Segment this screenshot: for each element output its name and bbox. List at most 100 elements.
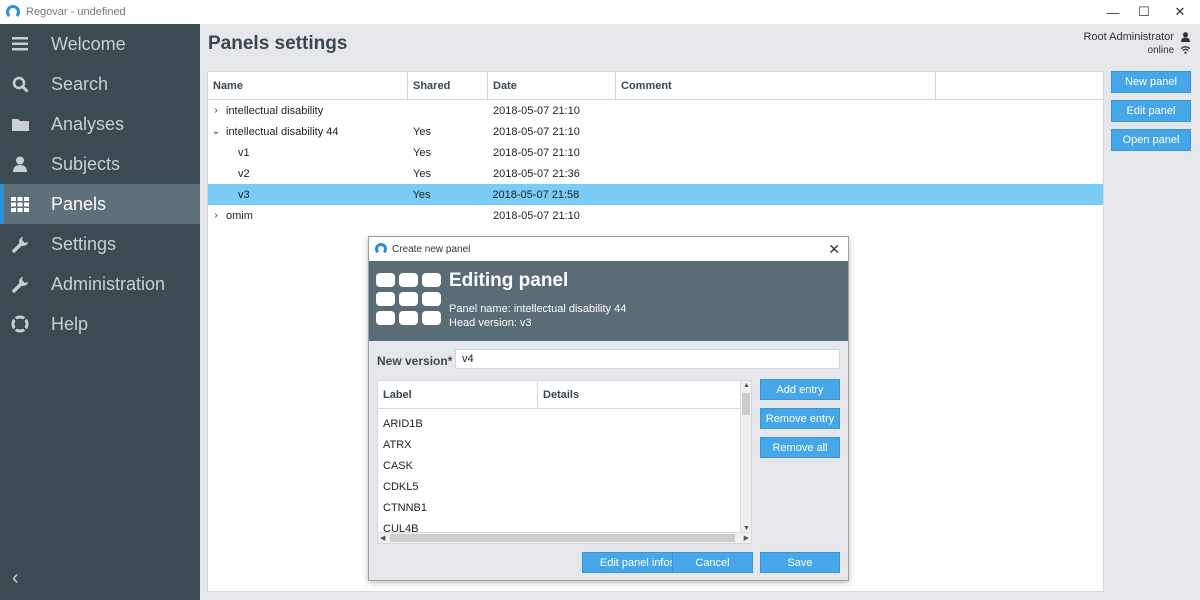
- wrench-icon: [11, 275, 29, 293]
- table-row[interactable]: ⌄ intellectual disability 44 Yes 2018-05…: [208, 121, 1103, 142]
- user-icon: [11, 155, 29, 173]
- sidebar-item-panels[interactable]: Panels: [0, 184, 200, 224]
- column-header-shared[interactable]: Shared: [408, 72, 488, 100]
- entries-header: Label Details: [378, 381, 751, 409]
- entry-row[interactable]: CASK: [378, 455, 751, 476]
- sidebar-item-label: Search: [51, 73, 109, 94]
- entry-row[interactable]: CDKL5: [378, 476, 751, 497]
- column-header-date[interactable]: Date: [488, 72, 616, 100]
- sidebar-item-label: Settings: [51, 233, 117, 254]
- collapse-chevron-icon[interactable]: ⌄: [210, 126, 222, 137]
- panel-date: 2018-05-07 21:10: [493, 104, 580, 117]
- remove-entry-button[interactable]: Remove entry: [760, 408, 840, 429]
- edit-panel-button[interactable]: Edit panel: [1111, 100, 1191, 122]
- sidebar-item-label: Help: [51, 313, 89, 334]
- table-row[interactable]: › intellectual disability 2018-05-07 21:…: [208, 100, 1103, 121]
- sidebar: Welcome Search Analyses Subjects Panels: [0, 24, 200, 600]
- window-titlebar: Regovar - undefined — ☐ ✕: [0, 0, 1200, 24]
- panel-version-name: v1: [238, 146, 250, 159]
- sidebar-item-administration[interactable]: Administration: [0, 264, 200, 304]
- wrench-icon: [11, 235, 29, 253]
- grid-icon: [11, 195, 29, 213]
- panel-date: 2018-05-07 21:10: [493, 125, 580, 138]
- panel-date: 2018-05-07 21:10: [493, 146, 580, 159]
- dialog-title: Create new panel: [392, 243, 471, 255]
- table-row[interactable]: › omim 2018-05-07 21:10: [208, 205, 1103, 226]
- regovar-logo-icon: [375, 243, 387, 255]
- remove-all-button[interactable]: Remove all: [760, 437, 840, 458]
- column-header-details[interactable]: Details: [538, 381, 741, 408]
- panel-name: intellectual disability: [226, 104, 324, 117]
- panel-shared: Yes: [413, 146, 431, 159]
- new-panel-button[interactable]: New panel: [1111, 71, 1191, 93]
- panel-shared: [408, 100, 488, 121]
- table-row[interactable]: v1 Yes 2018-05-07 21:10: [208, 142, 1103, 163]
- entry-row[interactable]: ATRX: [378, 434, 751, 455]
- close-window-button[interactable]: ✕: [1164, 0, 1196, 24]
- panel-comment: [616, 205, 936, 226]
- scroll-right-icon[interactable]: ▶: [744, 534, 749, 542]
- panel-shared: [408, 205, 488, 226]
- dialog-header: Editing panel Panel name: intellectual d…: [369, 261, 848, 341]
- panel-name: intellectual disability 44: [226, 125, 339, 138]
- column-header-label[interactable]: Label: [378, 381, 538, 408]
- table-row-selected[interactable]: v3 Yes 2018-05-07 21:58: [208, 184, 1103, 205]
- sidebar-item-help[interactable]: Help: [0, 304, 200, 344]
- panel-version-name: v2: [238, 167, 250, 180]
- panel-shared: Yes: [413, 167, 431, 180]
- table-row[interactable]: v2 Yes 2018-05-07 21:36: [208, 163, 1103, 184]
- sidebar-item-subjects[interactable]: Subjects: [0, 144, 200, 184]
- sidebar-item-search[interactable]: Search: [0, 64, 200, 104]
- panel-comment: [616, 142, 936, 163]
- expand-chevron-icon[interactable]: ›: [210, 105, 222, 116]
- wifi-icon: [1181, 46, 1190, 55]
- entries-table: Label Details ARID1B ATRX CASK CDKL5 CTN…: [377, 380, 752, 544]
- save-button[interactable]: Save: [760, 552, 840, 573]
- panel-name: omim: [226, 209, 253, 222]
- dialog-close-button[interactable]: ✕: [828, 241, 840, 258]
- maximize-button[interactable]: ☐: [1128, 0, 1160, 24]
- lifebuoy-icon: [11, 315, 29, 333]
- new-version-input[interactable]: v4: [455, 349, 840, 369]
- horizontal-scrollbar[interactable]: ◀ ▶: [378, 532, 751, 543]
- user-status: online: [1147, 45, 1175, 56]
- collapse-sidebar-icon[interactable]: ‹: [12, 567, 19, 590]
- column-header-comment[interactable]: Comment: [616, 72, 936, 100]
- open-panel-button[interactable]: Open panel: [1111, 129, 1191, 151]
- sidebar-item-settings[interactable]: Settings: [0, 224, 200, 264]
- cancel-button[interactable]: Cancel: [672, 552, 753, 573]
- create-panel-dialog: Create new panel ✕ Editing panel Panel n…: [368, 236, 849, 581]
- panel-comment: [616, 121, 936, 142]
- panel-version-name: v3: [238, 188, 250, 201]
- table-header: Name Shared Date Comment: [208, 72, 1103, 100]
- panel-date: 2018-05-07 21:36: [493, 167, 580, 180]
- sidebar-item-welcome[interactable]: Welcome: [0, 24, 200, 64]
- horizontal-scroll-thumb[interactable]: [390, 534, 735, 542]
- panel-comment: [615, 184, 1103, 205]
- scroll-left-icon[interactable]: ◀: [380, 534, 385, 542]
- head-version-info: Head version: v3: [449, 317, 532, 329]
- entry-row[interactable]: CTNNB1: [378, 497, 751, 518]
- minimize-button[interactable]: —: [1097, 0, 1129, 24]
- user-icon: [1181, 32, 1190, 43]
- column-header-name[interactable]: Name: [208, 72, 408, 100]
- panel-comment: [616, 163, 936, 184]
- user-info[interactable]: Root Administrator online: [1083, 31, 1190, 56]
- sidebar-item-label: Panels: [51, 193, 107, 214]
- panel-name-info: Panel name: intellectual disability 44: [449, 303, 627, 315]
- window-title: Regovar - undefined: [26, 6, 126, 18]
- entry-row[interactable]: ARID1B: [378, 413, 751, 434]
- sidebar-item-analyses[interactable]: Analyses: [0, 104, 200, 144]
- page-title: Panels settings: [208, 33, 348, 54]
- panel-date: 2018-05-07 21:10: [493, 209, 580, 222]
- add-entry-button[interactable]: Add entry: [760, 379, 840, 400]
- sidebar-item-label: Administration: [51, 273, 166, 294]
- panel-grid-icon: [376, 273, 442, 325]
- panel-date: 2018-05-07 21:58: [492, 188, 580, 201]
- sidebar-item-label: Welcome: [51, 33, 126, 54]
- scroll-up-icon[interactable]: ▲: [743, 382, 750, 389]
- vertical-scroll-thumb[interactable]: [742, 393, 750, 415]
- expand-chevron-icon[interactable]: ›: [210, 210, 222, 221]
- vertical-scrollbar[interactable]: ▲ ▼: [740, 381, 751, 533]
- scroll-down-icon[interactable]: ▼: [743, 525, 750, 532]
